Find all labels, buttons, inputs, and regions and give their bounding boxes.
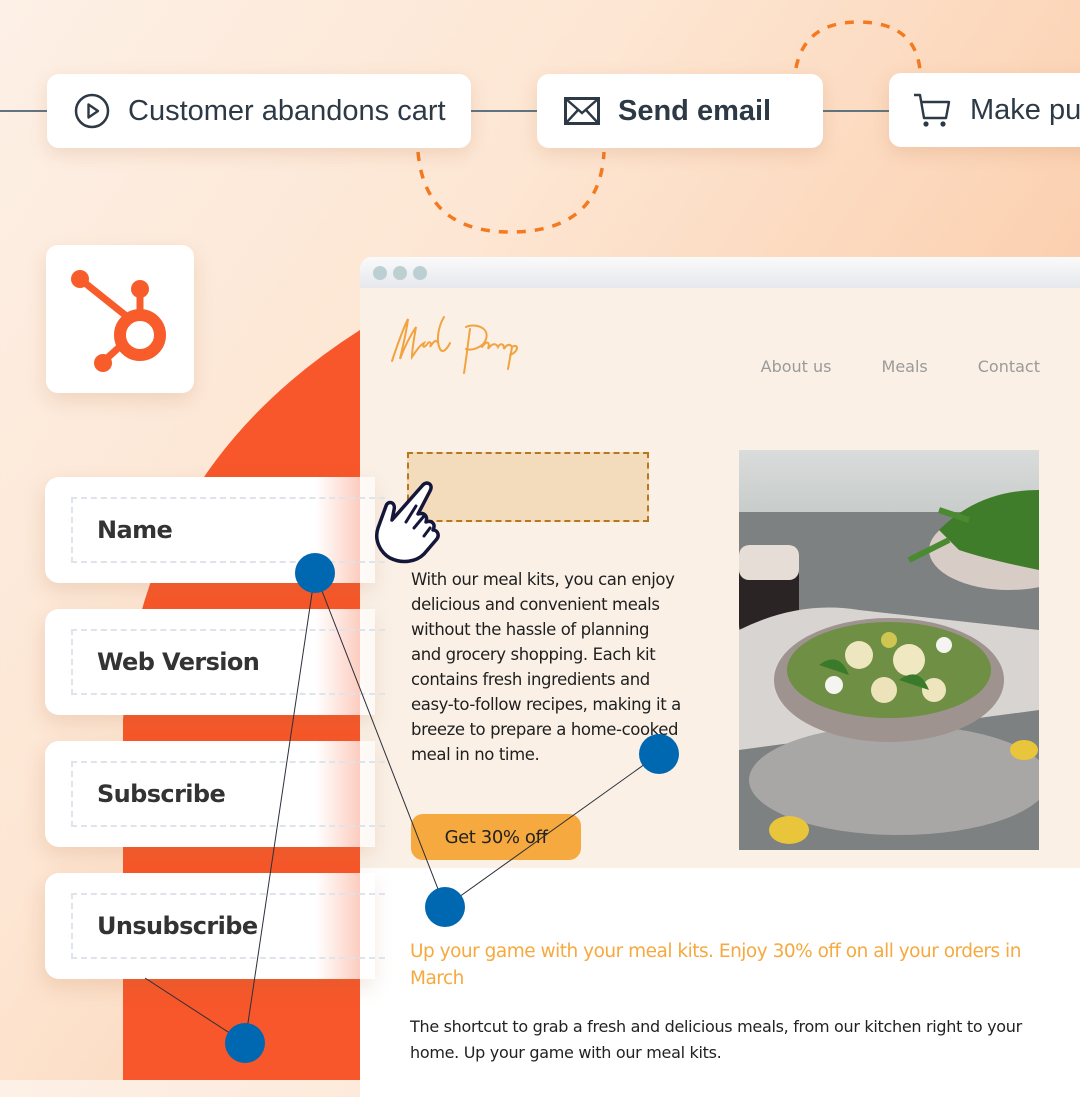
promo-headline: Up your game with your meal kits. Enjoy … — [410, 941, 1021, 989]
connection-node[interactable] — [425, 887, 465, 927]
email-body-text: With our meal kits, you can enjoy delici… — [411, 570, 681, 764]
email-promo-section: Up your game with your meal kits. Enjoy … — [360, 868, 1080, 1066]
window-dot[interactable] — [393, 265, 407, 280]
workflow-step-purchase[interactable]: Make pu — [889, 73, 1080, 147]
play-circle-icon — [74, 93, 110, 129]
site-nav: About us Meals Contact — [761, 357, 1040, 376]
merge-field-card[interactable]: Unsubscribe — [45, 873, 385, 979]
window-dot[interactable] — [373, 265, 387, 280]
food-photo — [739, 450, 1039, 850]
workflow-step-label: Customer abandons cart — [128, 94, 446, 127]
nav-link-meals[interactable]: Meals — [882, 357, 928, 376]
nav-link-about[interactable]: About us — [761, 357, 832, 376]
merge-field-unsubscribe[interactable]: Unsubscribe — [71, 893, 385, 959]
workflow-step-label: Send email — [618, 94, 772, 127]
get-discount-button[interactable]: Get 30% off — [411, 814, 581, 860]
shopping-cart-icon — [912, 92, 952, 128]
workflow-step-label: Make pu — [970, 93, 1080, 126]
window-title-bar — [360, 257, 1080, 288]
meal-prep-logo: Meal Prep — [391, 316, 518, 374]
nav-link-contact[interactable]: Contact — [978, 357, 1040, 376]
email-hero-section: Meal Prep About us Meals Contact With ou… — [360, 288, 1080, 868]
merge-field-name[interactable]: Name — [71, 497, 385, 563]
workflow-step-trigger[interactable]: Customer abandons cart — [47, 74, 471, 148]
drop-zone-placeholder[interactable] — [407, 452, 649, 522]
merge-field-web-version[interactable]: Web Version — [71, 629, 385, 695]
flow-connector — [822, 110, 892, 112]
merge-field-card[interactable]: Subscribe — [45, 741, 385, 847]
hubspot-logo-tile — [46, 245, 194, 393]
connection-node[interactable] — [295, 553, 335, 593]
workflow-step-send-email[interactable]: Send email — [537, 74, 823, 148]
email-preview-window: Meal Prep About us Meals Contact With ou… — [360, 257, 1080, 1097]
connection-node[interactable] — [225, 1023, 265, 1063]
flow-connector — [470, 110, 538, 112]
window-dot[interactable] — [413, 265, 427, 280]
hubspot-sprocket-icon — [71, 269, 166, 372]
merge-field-subscribe[interactable]: Subscribe — [71, 761, 385, 827]
promo-subtext: The shortcut to grab a fresh and delicio… — [410, 1017, 1022, 1062]
envelope-icon — [564, 97, 600, 125]
connection-node[interactable] — [639, 734, 679, 774]
flow-connector — [0, 110, 48, 112]
merge-field-card[interactable]: Web Version — [45, 609, 385, 715]
